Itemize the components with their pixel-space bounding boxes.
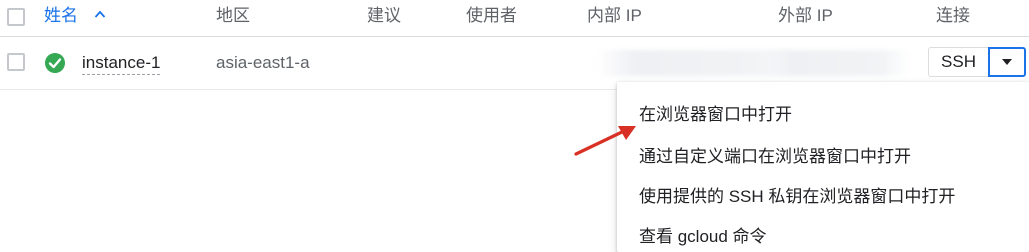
select-all-checkbox[interactable] xyxy=(7,8,25,26)
sort-ascending-icon[interactable] xyxy=(94,9,106,19)
instance-name-link[interactable]: instance-1 xyxy=(82,53,161,75)
menu-item-open-in-browser[interactable]: 在浏览器窗口中打开 xyxy=(617,95,1029,135)
menu-item-view-gcloud-command[interactable]: 查看 gcloud 命令 xyxy=(617,217,1029,252)
instance-zone: asia-east1-a xyxy=(216,53,310,72)
ssh-split-button: SSH xyxy=(928,47,1026,77)
external-ip-redacted xyxy=(760,50,910,76)
column-header-in-use-by: 使用者 xyxy=(466,6,517,25)
check-circle-icon xyxy=(45,53,65,73)
caret-down-icon xyxy=(1002,59,1012,65)
vm-instances-table: 姓名 地区 建议 使用者 内部 IP 外部 IP 连接 instance-1 a… xyxy=(0,0,1029,252)
column-header-external-ip[interactable]: 外部 IP xyxy=(778,6,833,26)
column-header-name[interactable]: 姓名 xyxy=(44,6,78,26)
ssh-button[interactable]: SSH xyxy=(928,47,988,77)
row-checkbox[interactable] xyxy=(7,53,25,71)
menu-item-open-with-private-key[interactable]: 使用提供的 SSH 私钥在浏览器窗口中打开 xyxy=(617,177,1029,217)
red-arrow-icon xyxy=(574,126,636,156)
ssh-options-menu: 在浏览器窗口中打开 通过自定义端口在浏览器窗口中打开 使用提供的 SSH 私钥在… xyxy=(617,82,1029,252)
ssh-dropdown-button[interactable] xyxy=(988,47,1026,77)
table-header: 姓名 地区 建议 使用者 内部 IP 外部 IP 连接 xyxy=(0,0,1029,37)
menu-item-open-custom-port[interactable]: 通过自定义端口在浏览器窗口中打开 xyxy=(617,137,1029,177)
column-header-zone[interactable]: 地区 xyxy=(216,6,250,26)
column-header-connect: 连接 xyxy=(936,6,970,25)
column-header-internal-ip[interactable]: 内部 IP xyxy=(587,6,642,26)
column-header-recommendation: 建议 xyxy=(367,6,401,25)
